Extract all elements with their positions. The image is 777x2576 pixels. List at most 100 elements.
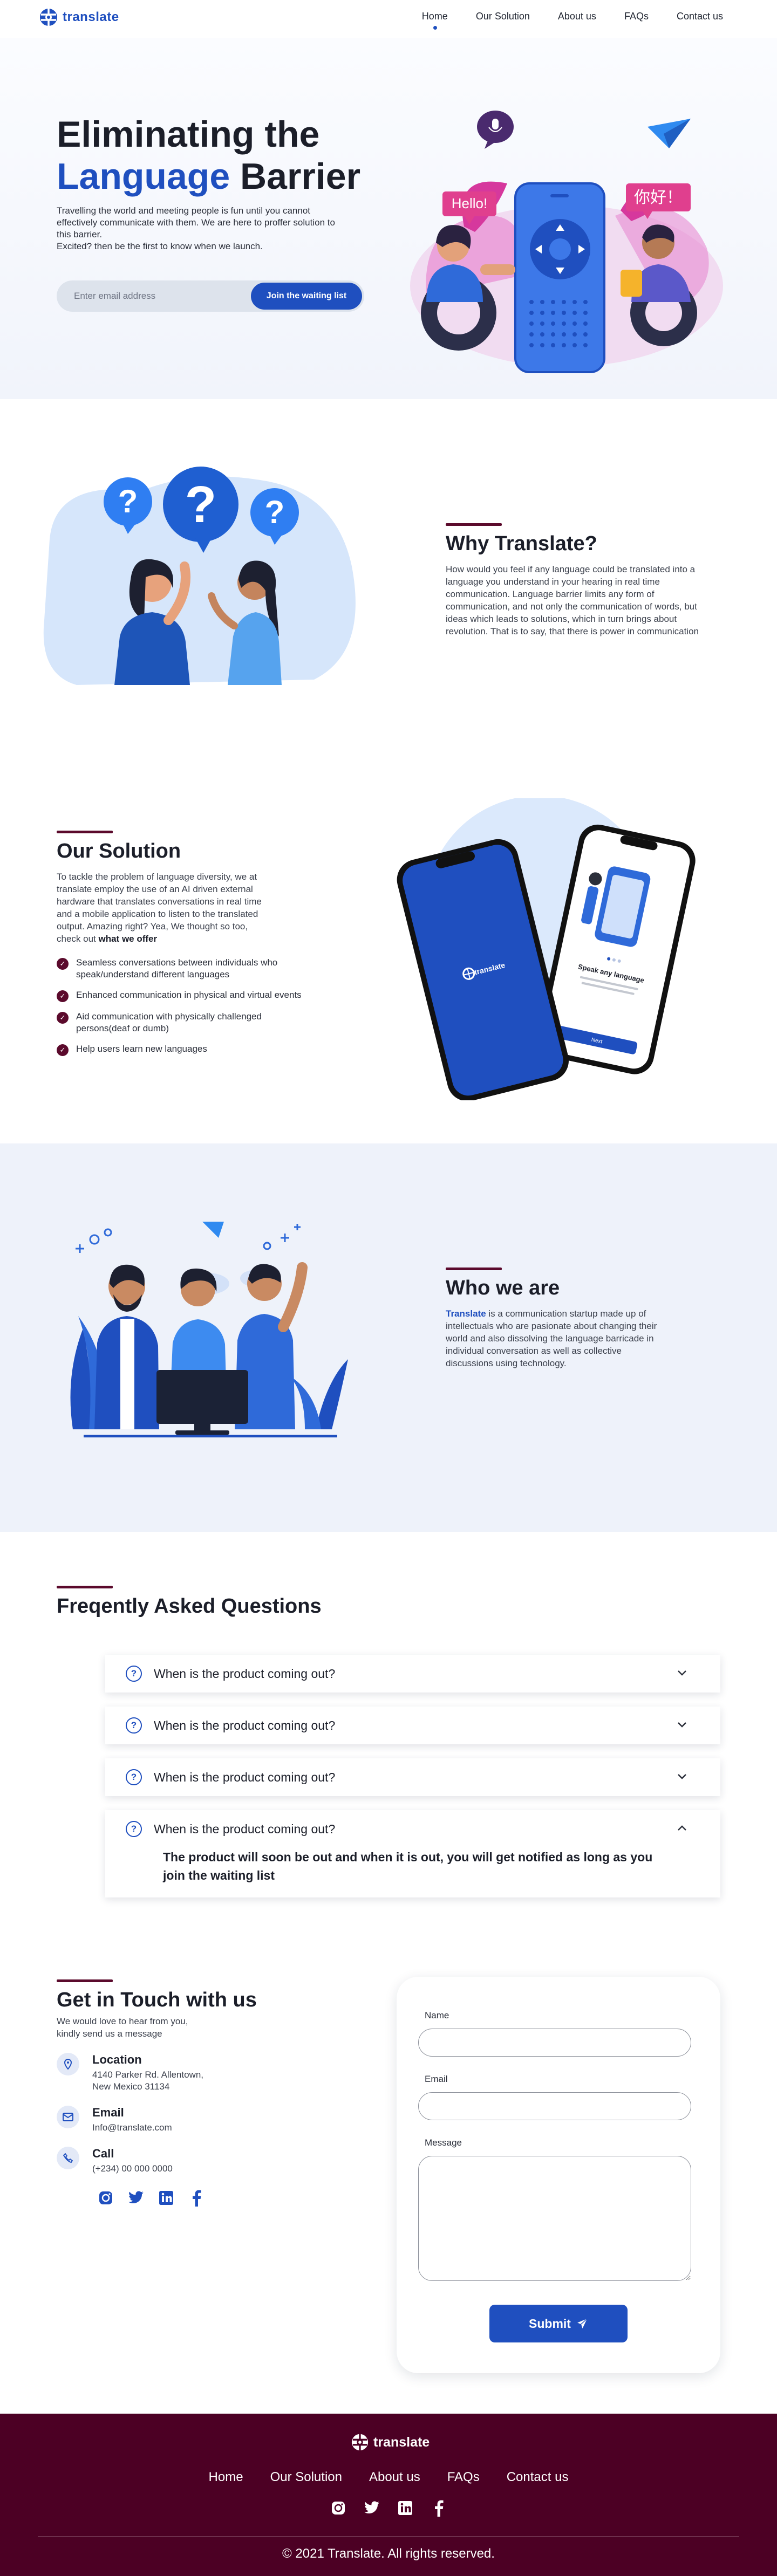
bubble-hello: Hello! [452, 195, 487, 211]
faq-item[interactable]: ? When is the product coming out? [105, 1655, 720, 1693]
why-translate-body: How would you feel if any language could… [446, 564, 699, 636]
hero-text-line2: Excited? then be the first to know when … [57, 241, 263, 251]
logo[interactable]: translate [39, 8, 119, 27]
location-label: Location [92, 2053, 142, 2066]
chevron-down-icon[interactable] [676, 1770, 688, 1782]
footer-logo[interactable]: translate [351, 2433, 430, 2451]
hero-title-line1: Eliminating the [57, 114, 320, 155]
question-mark-icon: ? [126, 1666, 142, 1682]
linkedin-icon[interactable] [157, 2189, 175, 2207]
phone-icon [57, 2147, 79, 2169]
copyright: © 2021 Translate. All rights reserved. [0, 2546, 777, 2561]
check-icon: ✓ [57, 990, 69, 1002]
svg-text:?: ? [265, 494, 285, 530]
footer-logo-text: translate [373, 2434, 430, 2450]
faq-item[interactable]: ? When is the product coming out? [105, 1758, 720, 1796]
question-mark-icon: ? [126, 1717, 142, 1734]
contact-social-links [97, 2189, 337, 2207]
list-item: ✓ Seamless conversations between individ… [57, 957, 326, 981]
instagram-icon[interactable] [97, 2189, 115, 2207]
footer-link-faqs[interactable]: FAQs [447, 2470, 480, 2485]
twitter-icon[interactable] [363, 2499, 381, 2517]
hero-illustration: Hello! 你好！ [410, 111, 723, 373]
our-solution-body: To tackle the problem of language divers… [57, 871, 262, 945]
nav-link-home[interactable]: Home [422, 11, 448, 30]
email-value[interactable]: Info@translate.com [92, 2122, 222, 2134]
footer-logo-icon [351, 2434, 369, 2451]
footer-link-about-us[interactable]: About us [369, 2470, 420, 2485]
footer-link-our-solution[interactable]: Our Solution [270, 2470, 342, 2485]
faq-header: Freqently Asked Questions [57, 1586, 322, 1618]
submit-label: Submit [529, 2316, 571, 2331]
svg-text:?: ? [118, 483, 138, 519]
faq-question: When is the product coming out? [154, 1770, 336, 1784]
contact-email: Email Info@translate.com [57, 2106, 337, 2134]
our-solution-title: Our Solution [57, 840, 181, 862]
join-waitlist-button[interactable]: Join the waiting list [251, 283, 362, 310]
email-field[interactable] [418, 2092, 691, 2120]
email-input[interactable] [57, 280, 262, 312]
our-solution-body-text: To tackle the problem of language divers… [57, 872, 262, 944]
waitlist-form: Join the waiting list [57, 280, 364, 312]
who-we-are-text: Who we are Translate is a communication … [446, 1268, 662, 1369]
faq-question: When is the product coming out? [154, 1821, 336, 1836]
contact-title: Get in Touch with us [57, 1989, 257, 2011]
landing-page: translate Home Our Solution About us FAQ… [0, 0, 777, 2576]
nav-link-contact-us[interactable]: Contact us [677, 11, 723, 22]
name-field[interactable] [418, 2029, 691, 2057]
chevron-down-icon[interactable] [676, 1718, 688, 1730]
footer-link-home[interactable]: Home [209, 2470, 243, 2485]
why-translate-section: Why Translate? How would you feel if any… [446, 523, 705, 638]
question-mark-icon: ? [126, 1821, 142, 1837]
question-mark-icon: ? [126, 1769, 142, 1785]
section-accent-bar [446, 1268, 502, 1270]
hero-text-line1: Travelling the world and meeting people … [57, 205, 335, 239]
faq-title: Freqently Asked Questions [57, 1595, 322, 1618]
message-field[interactable] [418, 2156, 691, 2281]
why-translate-title: Why Translate? [446, 532, 597, 555]
facebook-icon[interactable] [430, 2499, 448, 2517]
contact-call-text: Call (+234) 00 000 0000 [92, 2147, 222, 2175]
linkedin-icon[interactable] [396, 2499, 414, 2517]
footer: translate Home Our Solution About us FAQ… [0, 2414, 777, 2576]
faq-list: ? When is the product coming out? ? When… [105, 1655, 720, 1912]
faq-question-row[interactable]: ? When is the product coming out? [105, 1707, 720, 1744]
hero-description: Travelling the world and meeting people … [57, 205, 337, 252]
check-text: Aid communication with physically challe… [76, 1011, 262, 1033]
faq-item[interactable]: ? When is the product coming out? [105, 1707, 720, 1744]
hero-title: Eliminating the Language Barrier [57, 113, 360, 197]
faq-question-row[interactable]: ? When is the product coming out? [105, 1655, 720, 1693]
faq-question-row[interactable]: ? When is the product coming out? [105, 1810, 720, 1848]
logo-text: translate [63, 10, 119, 24]
email-label: Email [92, 2106, 124, 2119]
contact-call: Call (+234) 00 000 0000 [57, 2147, 337, 2175]
footer-link-contact-us[interactable]: Contact us [507, 2470, 569, 2485]
call-value[interactable]: (+234) 00 000 0000 [92, 2163, 222, 2175]
submit-button[interactable]: Submit [489, 2305, 628, 2342]
section-accent-bar [57, 1586, 113, 1588]
footer-social-links [0, 2499, 777, 2517]
mail-icon [57, 2106, 79, 2128]
section-accent-bar [57, 831, 113, 833]
twitter-icon[interactable] [127, 2189, 145, 2207]
nav-link-about-us[interactable]: About us [558, 11, 596, 22]
nav-link-faqs[interactable]: FAQs [624, 11, 649, 22]
faq-item-open[interactable]: ? When is the product coming out? The pr… [105, 1810, 720, 1897]
bubble-nihao: 你好！ [634, 188, 683, 207]
facebook-icon[interactable] [187, 2189, 206, 2207]
who-we-are-brand: Translate [446, 1308, 486, 1319]
faq-answer: The product will soon be out and when it… [163, 1850, 653, 1882]
check-text: Seamless conversations between individua… [76, 957, 278, 979]
contact-section: Get in Touch with us We would love to he… [57, 1979, 337, 2207]
chevron-up-icon[interactable] [676, 1822, 688, 1834]
contact-form: Name Email Message Submit [397, 1977, 720, 2373]
instagram-icon[interactable] [329, 2499, 347, 2517]
nav-link-our-solution[interactable]: Our Solution [476, 11, 530, 22]
who-we-are-body: Translate is a communication startup mad… [446, 1307, 662, 1369]
footer-divider [38, 2536, 739, 2537]
faq-question-row[interactable]: ? When is the product coming out? [105, 1758, 720, 1796]
check-icon: ✓ [57, 1044, 69, 1056]
chevron-down-icon[interactable] [676, 1667, 688, 1678]
hero-section: Eliminating the Language Barrier Travell… [0, 38, 777, 399]
nav-links: Home Our Solution About us FAQs Contact … [422, 11, 723, 30]
